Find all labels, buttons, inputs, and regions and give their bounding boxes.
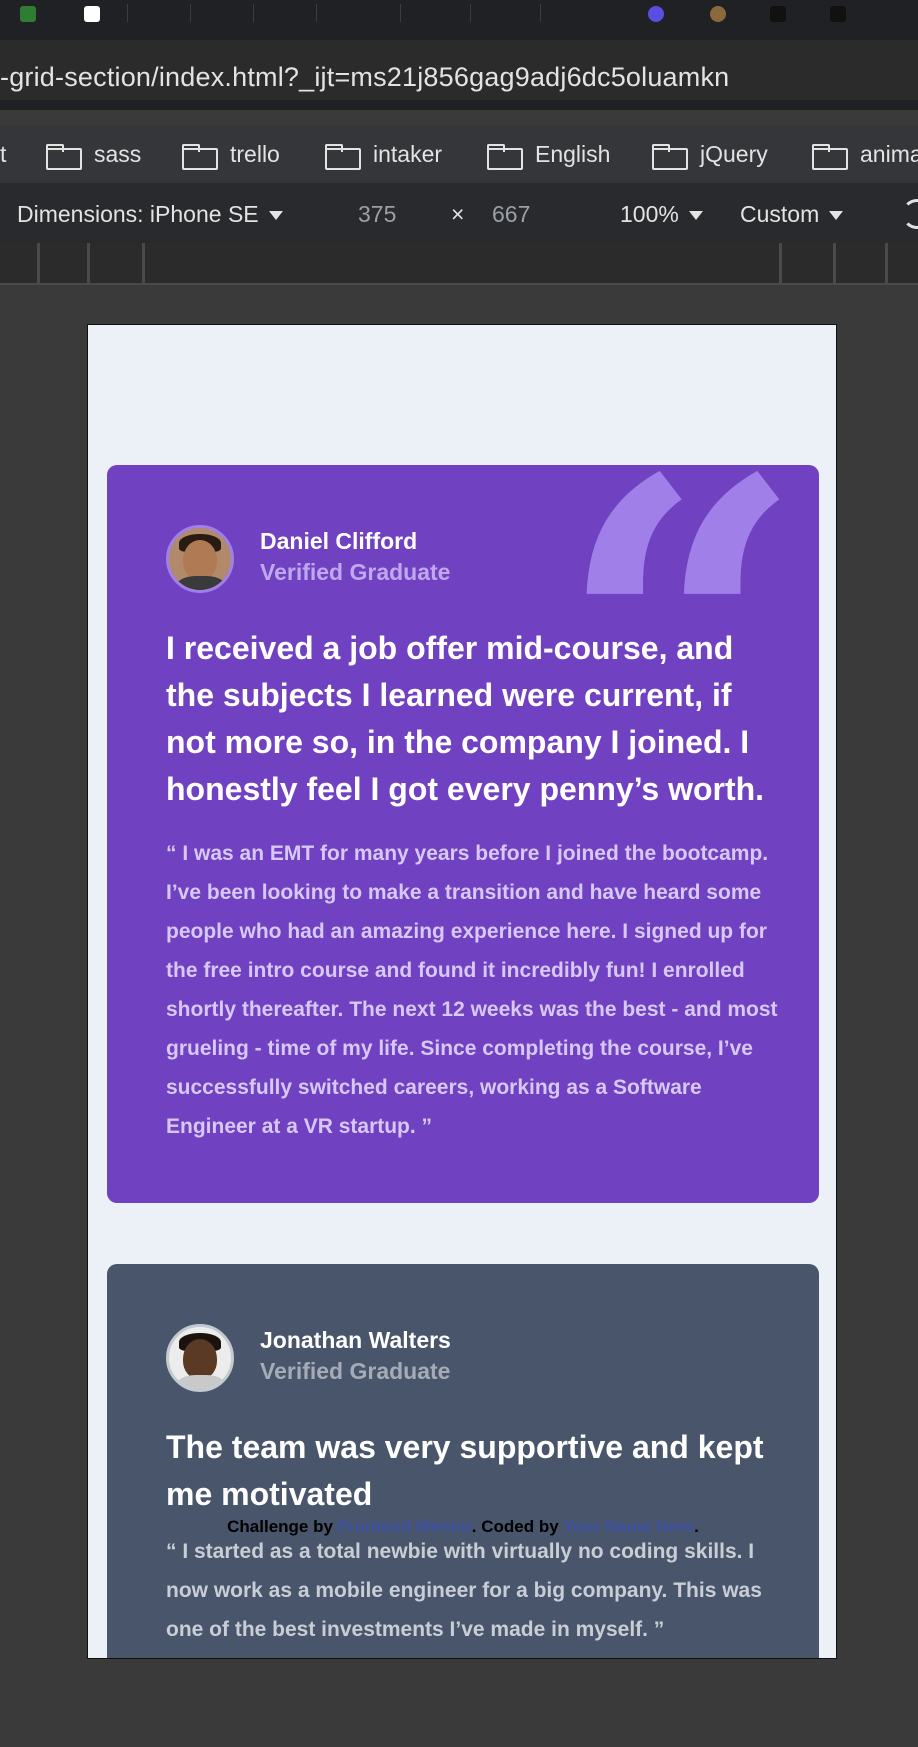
- ruler-tick[interactable]: [87, 243, 90, 283]
- frontend-mentor-link[interactable]: Frontend Mentor: [338, 1517, 472, 1536]
- bookmark-label: intaker: [373, 141, 443, 167]
- avatar-face: [183, 540, 217, 580]
- browser-tab-strip: [0, 0, 918, 30]
- tab-favicon-icon[interactable]: [770, 6, 786, 22]
- author-name: Jonathan Walters: [260, 1327, 451, 1353]
- throttle-label: Custom: [740, 201, 820, 227]
- testimonial-card-daniel: “ Daniel Clifford Verified Graduate I re…: [107, 465, 819, 1203]
- bookmark-label: sass: [94, 141, 142, 167]
- testimonial-body: “ I started as a total newbie with virtu…: [166, 1540, 762, 1641]
- tab-divider: [316, 4, 317, 22]
- attribution: Challenge by Frontend Mentor. Coded by Y…: [88, 1517, 836, 1537]
- height-input[interactable]: 667: [492, 201, 530, 228]
- url-field[interactable]: -grid-section/index.html?_ijt=ms21j856ga…: [0, 40, 918, 100]
- dimensions-dropdown[interactable]: Dimensions: iPhone SE: [17, 201, 283, 228]
- ruler-tick[interactable]: [885, 243, 888, 283]
- bookmark-label: trello: [230, 141, 280, 167]
- tab-divider: [127, 4, 128, 22]
- testimonial-card-jonathan: Jonathan Walters Verified Graduate The t…: [107, 1264, 819, 1658]
- tab-divider: [470, 4, 471, 22]
- rotate-icon[interactable]: [902, 199, 918, 229]
- tab-divider: [400, 4, 401, 22]
- throttle-dropdown[interactable]: Custom: [740, 201, 844, 228]
- bookmark-label: jQuery: [700, 141, 768, 167]
- avatar-shirt: [175, 576, 227, 590]
- avatar: [166, 1324, 234, 1392]
- tab-favicon-icon[interactable]: [830, 6, 846, 22]
- attribution-text: . Coded by: [471, 1517, 564, 1536]
- bookmark-folder-anima[interactable]: anima: [812, 141, 918, 170]
- zoom-label: 100%: [620, 201, 679, 227]
- tab-divider: [253, 4, 254, 22]
- folder-icon: [652, 143, 688, 170]
- author-name: Daniel Clifford: [260, 528, 418, 554]
- folder-icon: [325, 143, 361, 170]
- address-bar: -grid-section/index.html?_ijt=ms21j856ga…: [0, 30, 918, 110]
- ruler-tick[interactable]: [833, 243, 836, 283]
- zoom-dropdown[interactable]: 100%: [620, 201, 703, 228]
- tab-divider: [190, 4, 191, 22]
- folder-icon: [812, 143, 848, 170]
- bookmarks-bar: t sass trello intaker English jQuery ani…: [0, 125, 918, 183]
- device-toolbar: Dimensions: iPhone SE 375 × 667 100% Cus…: [0, 183, 918, 243]
- bookmark-label: anima: [860, 141, 918, 167]
- testimonial-body: “ I was an EMT for many years before I j…: [166, 842, 778, 1138]
- tab-divider: [540, 4, 541, 22]
- chevron-down-icon: [688, 211, 703, 221]
- folder-icon: [182, 143, 218, 170]
- chevron-down-icon: [268, 211, 283, 221]
- dimensions-label: Dimensions: iPhone SE: [17, 201, 259, 227]
- tab-favicon-icon[interactable]: [648, 6, 664, 22]
- attribution-text: .: [694, 1517, 699, 1536]
- bookmark-label: t: [0, 141, 7, 167]
- chevron-down-icon: [829, 211, 844, 221]
- device-viewport: “ Daniel Clifford Verified Graduate I re…: [87, 324, 837, 1659]
- tab-favicon-icon[interactable]: [84, 6, 100, 22]
- folder-icon: [46, 143, 82, 170]
- attribution-text: Challenge by: [227, 1517, 338, 1536]
- times-icon: ×: [451, 201, 465, 227]
- avatar-face: [183, 1339, 217, 1379]
- ruler-tick[interactable]: [779, 243, 782, 283]
- ruler-tick[interactable]: [142, 243, 145, 283]
- bookmark-folder-english[interactable]: English: [487, 141, 611, 170]
- bookmark-folder-trello[interactable]: trello: [182, 141, 280, 170]
- author-role: Verified Graduate: [260, 1358, 451, 1384]
- author-role: Verified Graduate: [260, 559, 451, 585]
- author-link[interactable]: Your Name Here: [563, 1517, 694, 1536]
- avatar-shirt: [175, 1375, 227, 1389]
- avatar: [166, 525, 234, 593]
- bookmark-label: English: [535, 141, 611, 167]
- bookmark-folder-sass[interactable]: sass: [46, 141, 142, 170]
- testimonial-headline: I received a job offer mid-course, and t…: [166, 630, 765, 807]
- ruler-tick[interactable]: [37, 243, 40, 283]
- tab-favicon-icon[interactable]: [20, 6, 36, 22]
- url-text[interactable]: -grid-section/index.html?_ijt=ms21j856ga…: [0, 62, 729, 93]
- tab-favicon-icon[interactable]: [710, 6, 726, 22]
- bookmark-folder-jquery[interactable]: jQuery: [652, 141, 768, 170]
- bookmark-folder-intaker[interactable]: intaker: [325, 141, 443, 170]
- folder-icon: [487, 143, 523, 170]
- width-input[interactable]: 375: [358, 201, 396, 228]
- testimonial-headline: The team was very supportive and kept me…: [166, 1429, 764, 1512]
- media-query-ruler: [0, 243, 918, 285]
- bookmark-item[interactable]: t: [0, 141, 6, 168]
